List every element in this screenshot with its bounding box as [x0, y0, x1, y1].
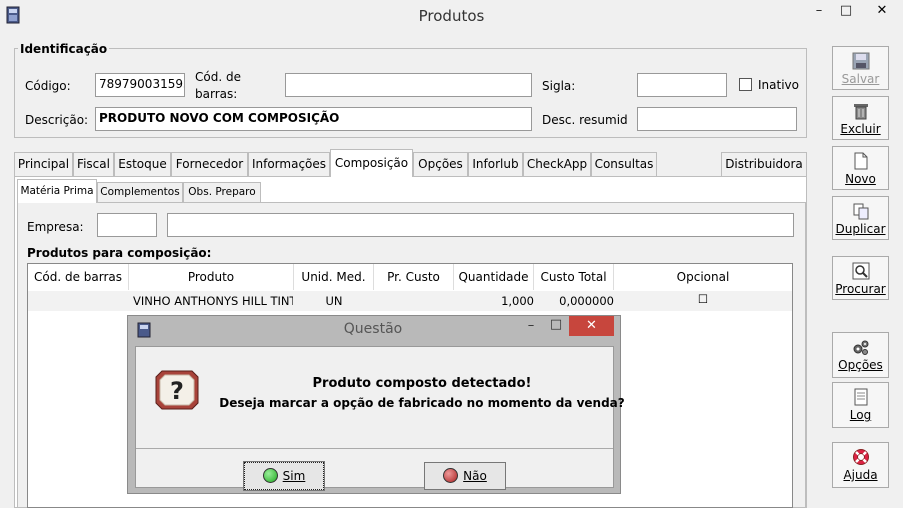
tab-consultas[interactable]: Consultas [591, 152, 657, 176]
col-cod-barras[interactable]: Cód. de barras [28, 264, 129, 290]
codigo-label: Código: [25, 79, 71, 93]
tab-estoque[interactable]: Estoque [114, 152, 171, 176]
sigla-field[interactable] [637, 73, 727, 97]
col-unid-med[interactable]: Unid. Med. [294, 264, 374, 290]
tab-composicao[interactable]: Composição [330, 149, 413, 177]
opcoes-button[interactable]: Opções [832, 332, 889, 378]
cod-barras-field[interactable] [285, 73, 532, 97]
salvar-label: Salvar [841, 72, 880, 86]
ajuda-button[interactable]: Ajuda [832, 442, 889, 488]
lifebuoy-icon [852, 449, 869, 465]
log-button[interactable]: Log [832, 382, 889, 428]
grid-title: Produtos para composição: [27, 246, 212, 260]
log-label: Log [849, 408, 872, 422]
col-custo-total[interactable]: Custo Total [534, 264, 614, 290]
nao-label: Não [463, 469, 487, 483]
nao-button[interactable]: Não [424, 462, 506, 490]
tab-distribuidora[interactable]: Distribuidora [721, 152, 807, 176]
excluir-button[interactable]: Excluir [832, 96, 889, 140]
dialog-close-icon[interactable]: ✕ [569, 316, 614, 336]
subtab-complementos[interactable]: Complementos [97, 182, 183, 202]
empresa-label: Empresa: [27, 220, 84, 234]
cell-unid: UN [325, 294, 343, 308]
questao-dialog: Questão – □ ✕ ? Produto composto detecta… [127, 315, 625, 494]
tab-opcoes[interactable]: Opções [413, 152, 468, 176]
col-quantidade[interactable]: Quantidade [454, 264, 534, 290]
cell-opcional-checkbox[interactable]: ☐ [614, 290, 792, 309]
desc-resumida-label: Desc. resumida [542, 113, 628, 127]
dialog-title: Questão [343, 321, 403, 337]
tab-fornecedor[interactable]: Fornecedor [171, 152, 248, 176]
duplicate-icon [853, 203, 868, 220]
dialog-body: ? Produto composto detectado! Deseja mar… [135, 346, 625, 491]
col-opcional[interactable]: Opcional [614, 264, 792, 290]
tab-principal[interactable]: Principal [14, 152, 73, 176]
cell-quantidade: 1,000 [501, 294, 534, 308]
salvar-button[interactable]: Salvar [832, 46, 889, 90]
minimize-icon[interactable]: – [812, 4, 826, 20]
duplicar-button[interactable]: Duplicar [832, 196, 889, 240]
novo-button[interactable]: Novo [832, 146, 889, 190]
opcoes-label: Opções [838, 358, 883, 372]
identificacao-title: Identificação [18, 42, 110, 56]
sigla-label: Sigla: [542, 79, 576, 93]
codigo-field[interactable]: 789790031593 [95, 73, 185, 97]
empresa-name-field[interactable] [167, 213, 794, 237]
window-title: Produtos [418, 7, 485, 25]
cod-barras-label-line2: barras: [195, 87, 238, 101]
subtab-obs-preparo[interactable]: Obs. Preparo [183, 182, 261, 202]
tab-checkapp[interactable]: CheckApp [523, 152, 591, 176]
maximize-icon[interactable]: □ [839, 4, 853, 20]
new-document-icon [854, 152, 867, 170]
close-icon[interactable]: ✕ [862, 1, 902, 21]
desc-resumida-field[interactable] [637, 107, 797, 131]
empresa-code-field[interactable] [97, 213, 157, 237]
cell-produto: VINHO ANTHONYS HILL TINTO [133, 294, 293, 308]
subtab-materia-prima[interactable]: Matéria Prima [17, 179, 97, 203]
novo-label: Novo [845, 172, 876, 186]
red-ball-icon [443, 468, 459, 483]
cell-custo-total: 0,000000 [559, 294, 614, 308]
inativo-checkbox[interactable] [739, 78, 752, 91]
trash-icon [853, 104, 868, 120]
duplicar-label: Duplicar [835, 222, 886, 236]
dialog-heading: Produto composto detectado! [312, 376, 532, 391]
gears-icon [853, 340, 868, 355]
tab-inforlub[interactable]: Inforlub [468, 152, 523, 176]
sim-label: Sim [282, 469, 306, 483]
descricao-field[interactable]: PRODUTO NOVO COM COMPOSIÇÃO [95, 107, 532, 131]
save-icon [852, 52, 869, 70]
procurar-label: Procurar [835, 282, 886, 296]
excluir-label: Excluir [840, 122, 881, 136]
green-ball-icon [262, 468, 278, 483]
search-icon [852, 262, 869, 280]
tab-fiscal[interactable]: Fiscal [73, 152, 114, 176]
descricao-label: Descrição: [25, 113, 89, 127]
tab-informacoes[interactable]: Informações [248, 152, 330, 176]
log-icon [854, 388, 867, 406]
procurar-button[interactable]: Procurar [832, 256, 889, 300]
dialog-minimize-icon[interactable]: – [524, 318, 538, 333]
dialog-message: Deseja marcar a opção de fabricado no mo… [219, 396, 625, 410]
sim-button[interactable]: Sim [243, 461, 325, 491]
col-pr-custo[interactable]: Pr. Custo [374, 264, 454, 290]
ajuda-label: Ajuda [843, 468, 878, 482]
col-produto[interactable]: Produto [129, 264, 294, 290]
cod-barras-label-line1: Cód. de [195, 70, 241, 84]
dialog-maximize-icon[interactable]: □ [549, 317, 563, 332]
inativo-label: Inativo [758, 78, 799, 92]
